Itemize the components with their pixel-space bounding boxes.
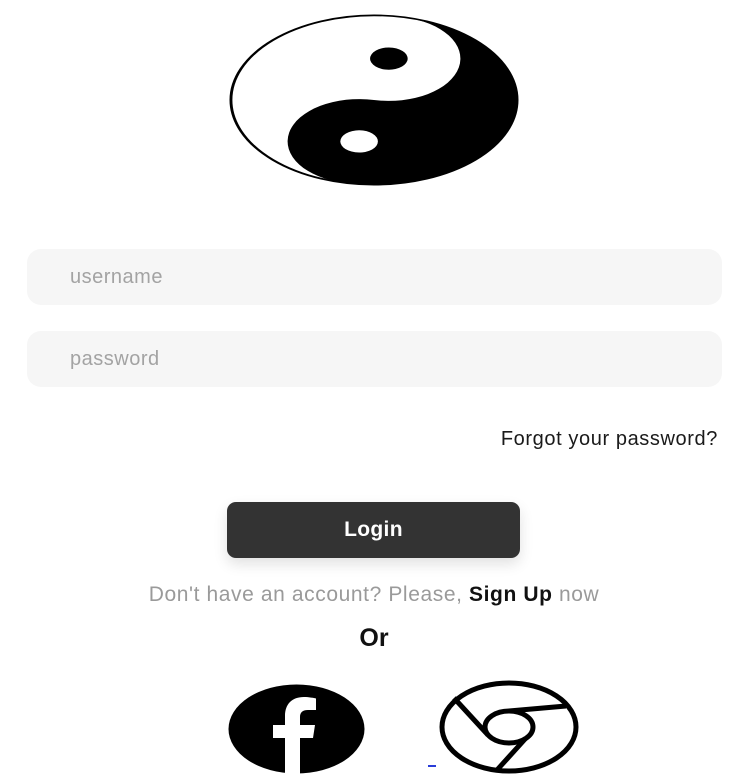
chrome-login-button[interactable] — [438, 680, 580, 774]
login-button[interactable]: Login — [227, 502, 520, 558]
signup-prefix-text: Don't have an account? Please, — [148, 583, 469, 606]
chrome-icon — [439, 680, 579, 774]
username-input[interactable] — [27, 249, 722, 305]
hidden-link-mark[interactable] — [428, 765, 436, 767]
or-divider-text: Or — [359, 624, 389, 652]
forgot-password-link[interactable]: Forgot your password? — [501, 428, 718, 451]
yin-yang-icon — [229, 14, 519, 186]
facebook-icon — [228, 684, 365, 774]
facebook-login-button[interactable] — [228, 684, 365, 774]
signup-suffix-text: now — [552, 583, 600, 606]
sign-up-link[interactable]: Sign Up — [469, 583, 553, 606]
signup-prompt: Don't have an account? Please, Sign Up n… — [0, 583, 740, 607]
password-input[interactable] — [27, 331, 722, 387]
